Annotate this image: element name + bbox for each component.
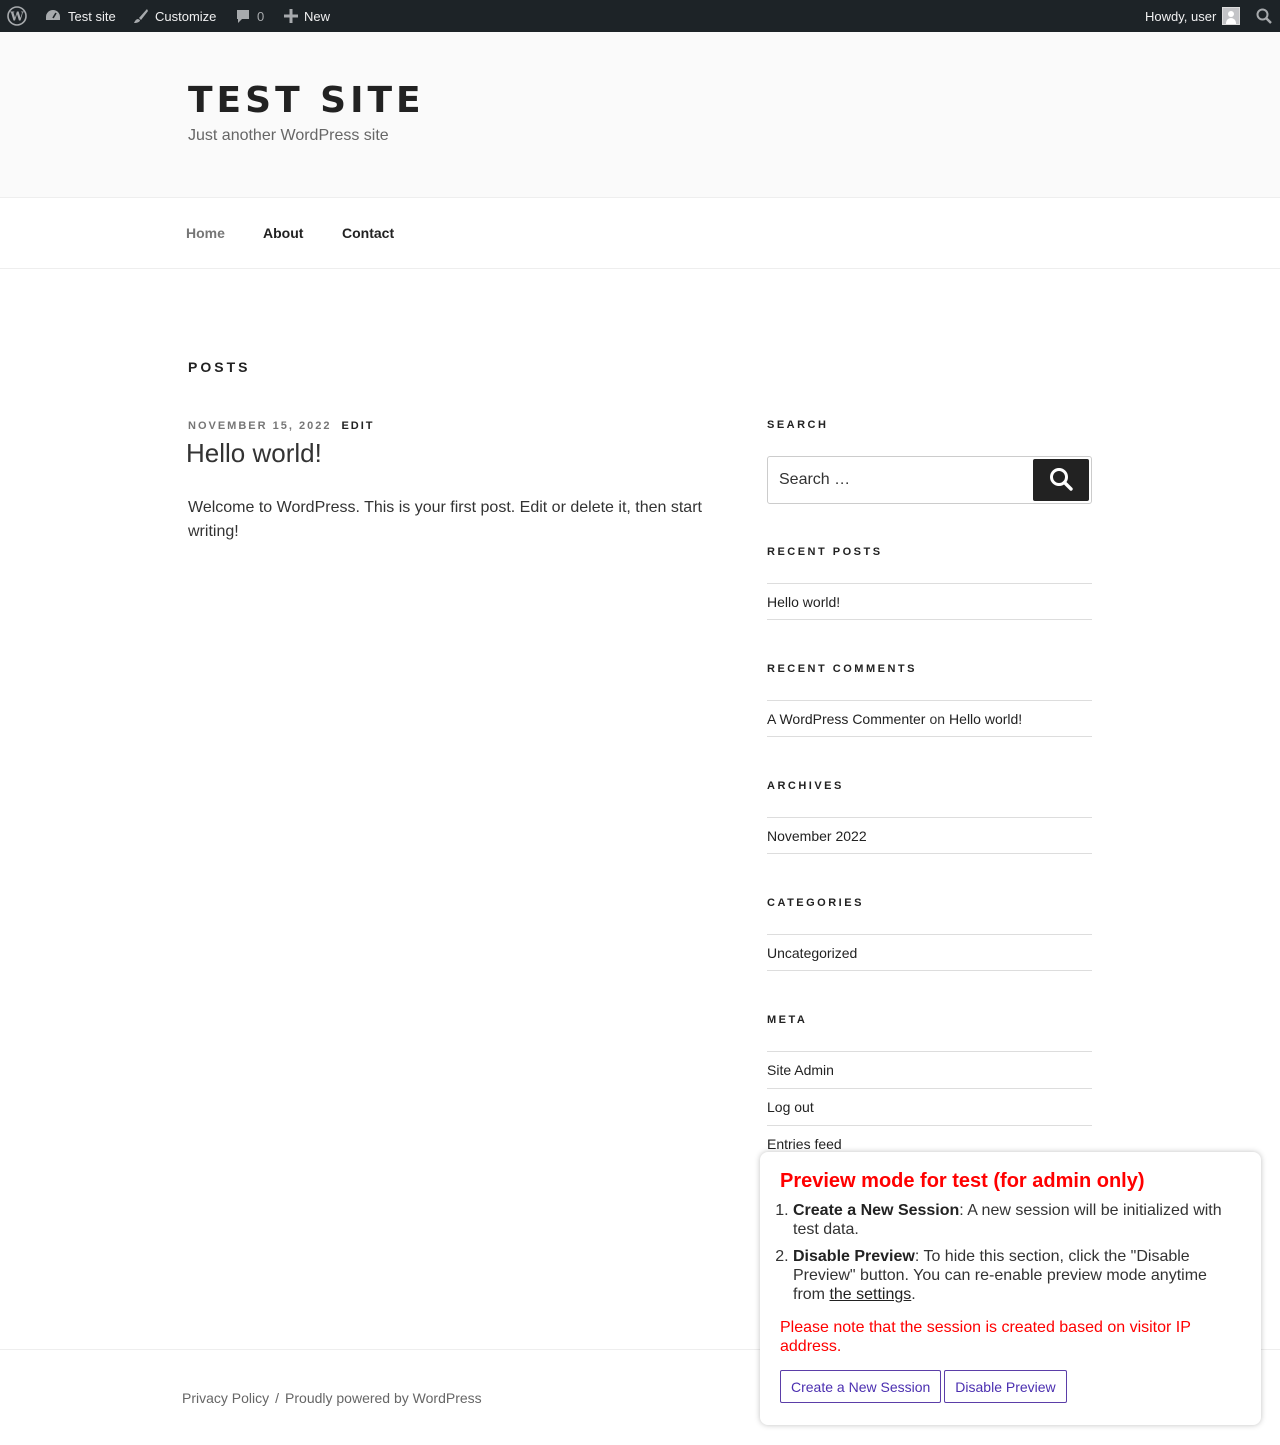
admin-bar-customize-label: Customize	[155, 8, 217, 24]
list-item: Create a New Session: A new session will…	[793, 1201, 1241, 1239]
search-input[interactable]	[768, 457, 1033, 503]
widget-title-categories: CATEGORIES	[767, 897, 864, 909]
categories-list: Uncategorized	[767, 934, 1092, 971]
comment-on-text: on	[929, 710, 946, 727]
comment-icon	[235, 8, 251, 24]
dashboard-icon	[44, 8, 62, 24]
post-meta: NOVEMBER 15, 2022 EDIT	[188, 420, 375, 432]
post-title[interactable]: Hello world!	[186, 438, 322, 469]
meta-entries-feed-link[interactable]: Entries feed	[767, 1136, 842, 1152]
search-form	[767, 456, 1092, 504]
preview-note: Please note that the session is created …	[780, 1319, 1191, 1355]
post-content: Welcome to WordPress. This is your first…	[188, 499, 702, 540]
list-item: Disable Preview: To hide this section, c…	[793, 1247, 1241, 1304]
meta-list: Site Admin Log out Entries feed	[767, 1051, 1092, 1162]
preview-panel: Preview mode for test (for admin only) C…	[760, 1152, 1261, 1425]
recent-comments-list: A WordPress Commenter on Hello world!	[767, 700, 1092, 737]
comment-post-link[interactable]: Hello world!	[949, 711, 1022, 727]
post-date[interactable]: NOVEMBER 15, 2022	[188, 420, 331, 432]
comment-author-link[interactable]: A WordPress Commenter	[767, 711, 925, 727]
admin-bar-site-name[interactable]: Test site	[44, 0, 116, 32]
privacy-policy-link[interactable]: Privacy Policy	[182, 1390, 269, 1406]
nav-item-about[interactable]: About	[263, 225, 303, 241]
nav-item-contact[interactable]: Contact	[342, 225, 394, 241]
list-item: Hello world!	[767, 583, 1092, 620]
list-item: November 2022	[767, 817, 1092, 854]
preview-item2-end: .	[911, 1286, 916, 1303]
nav-item-home[interactable]: Home	[186, 225, 225, 241]
search-button[interactable]	[1033, 459, 1089, 501]
category-link[interactable]: Uncategorized	[767, 945, 857, 961]
list-item: Log out	[767, 1088, 1092, 1125]
admin-bar-site-label: Test site	[68, 8, 116, 24]
list-item: Site Admin	[767, 1051, 1092, 1088]
admin-bar-customize[interactable]: Customize	[133, 0, 216, 32]
svg-text:W: W	[9, 10, 24, 24]
page-title: POSTS	[188, 359, 251, 375]
plus-icon	[284, 9, 298, 23]
site-header: TEST SITE Just another WordPress site	[0, 32, 1280, 197]
list-item: Uncategorized	[767, 934, 1092, 971]
admin-bar: W Test site Customize 0 New Howdy, user	[0, 0, 1280, 32]
widget-title-recent-comments: RECENT COMMENTS	[767, 663, 917, 675]
post-edit-link[interactable]: EDIT	[341, 420, 374, 432]
admin-bar-account[interactable]: Howdy, user	[1145, 0, 1241, 32]
admin-bar-comments-count: 0	[257, 8, 265, 24]
recent-post-link[interactable]: Hello world!	[767, 594, 840, 610]
meta-log-out-link[interactable]: Log out	[767, 1099, 814, 1115]
preview-instructions: Create a New Session: A new session will…	[793, 1201, 1241, 1304]
admin-bar-new-label: New	[304, 8, 331, 24]
avatar	[1222, 7, 1241, 25]
admin-bar-howdy: Howdy, user	[1145, 8, 1217, 24]
footer-separator: /	[275, 1390, 280, 1406]
widget-title-meta: META	[767, 1014, 808, 1026]
widget-title-archives: ARCHIVES	[767, 780, 844, 792]
wordpress-logo-icon[interactable]: W	[7, 0, 27, 32]
settings-link[interactable]: the settings	[829, 1286, 911, 1303]
list-item: A WordPress Commenter on Hello world!	[767, 700, 1092, 737]
admin-bar-comments[interactable]: 0	[235, 0, 264, 32]
preview-item1-bold: Create a New Session	[793, 1202, 960, 1219]
archive-link[interactable]: November 2022	[767, 828, 867, 844]
main-navigation: Home About Contact	[0, 197, 1280, 269]
recent-posts-list: Hello world!	[767, 583, 1092, 620]
admin-bar-search-icon[interactable]	[1256, 0, 1272, 32]
site-description: Just another WordPress site	[188, 127, 389, 144]
site-title[interactable]: TEST SITE	[188, 80, 425, 121]
widget-title-search: SEARCH	[767, 419, 829, 431]
search-icon	[1049, 467, 1073, 494]
footer-links: Privacy Policy / Proudly powered by Word…	[182, 1390, 482, 1406]
powered-by-link[interactable]: Proudly powered by WordPress	[285, 1390, 482, 1406]
preview-buttons: Create a New Session Disable Preview	[780, 1370, 1241, 1403]
preview-item2-bold: Disable Preview	[793, 1248, 915, 1265]
create-session-button[interactable]: Create a New Session	[780, 1370, 942, 1403]
archives-list: November 2022	[767, 817, 1092, 854]
admin-bar-new[interactable]: New	[284, 0, 330, 32]
preview-title: Preview mode for test (for admin only)	[780, 1170, 1145, 1192]
meta-site-admin-link[interactable]: Site Admin	[767, 1062, 834, 1078]
widget-title-recent-posts: RECENT POSTS	[767, 546, 883, 558]
disable-preview-button[interactable]: Disable Preview	[944, 1370, 1067, 1403]
paintbrush-icon	[133, 8, 149, 24]
